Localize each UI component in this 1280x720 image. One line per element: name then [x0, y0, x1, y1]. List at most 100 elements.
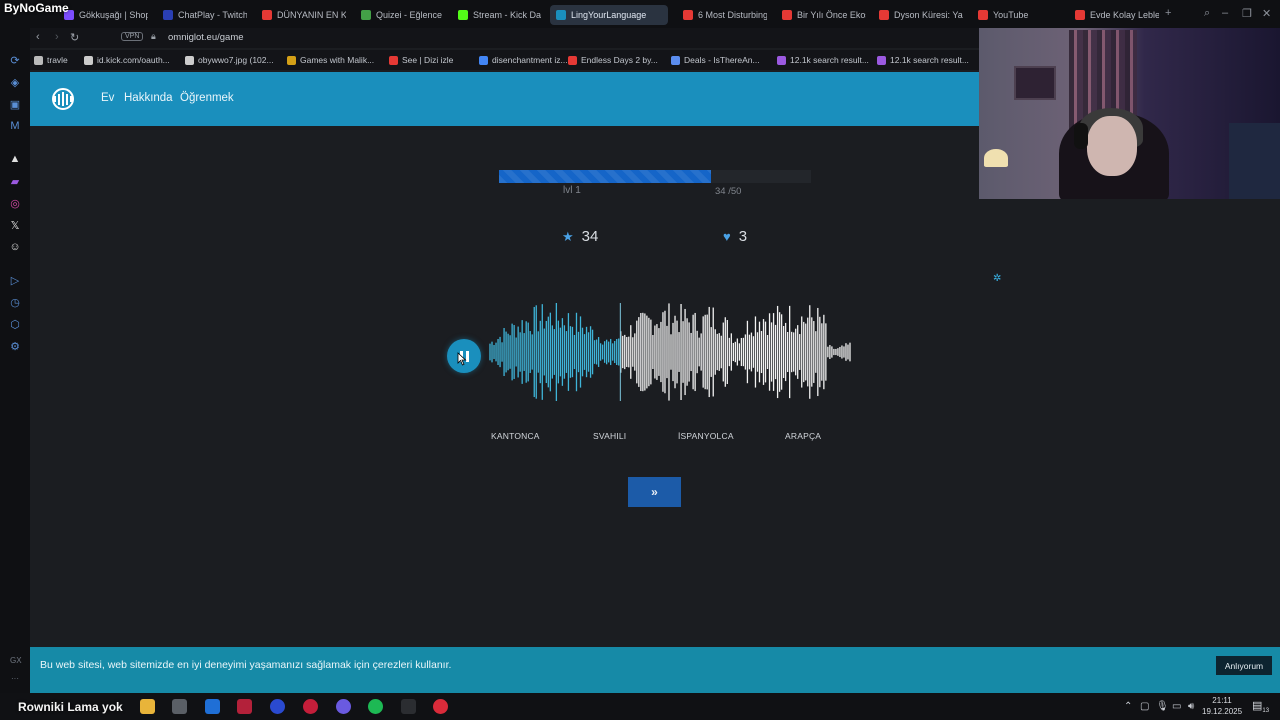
bookmark-favicon-icon [287, 55, 296, 65]
browser-tab[interactable]: DÜNYANIN EN K [256, 5, 346, 25]
bookmark-label: 12.1k search result... [790, 55, 869, 65]
bookmark-favicon-icon [84, 55, 93, 65]
screen: ByNoGame Gökkuşağı | Shop ChatPlay - Twit… [0, 0, 1280, 720]
more-icon[interactable]: ··· [11, 674, 19, 683]
bookmark-item[interactable]: obywwo7.jpg (102... [185, 55, 274, 65]
bookmark-label: See | Dizi izle [402, 55, 454, 65]
bookmark-label: obywwo7.jpg (102... [198, 55, 274, 65]
tray-chevron-icon[interactable]: ⌃ [1124, 701, 1132, 712]
gx-icon[interactable]: GX [10, 656, 22, 665]
tray-app-icon[interactable]: ▢ [1140, 701, 1149, 712]
file-explorer-icon[interactable] [140, 699, 155, 714]
browser-tab[interactable]: LingYourLanguage [550, 5, 668, 25]
bookmark-item[interactable]: travle [34, 55, 68, 65]
settings-icon[interactable]: ⚙ [8, 340, 22, 353]
choice-spanish[interactable]: İSPANYOLCA [678, 431, 734, 441]
bookmark-item[interactable]: 12.1k search result... [877, 55, 969, 65]
restore-icon[interactable]: ❐ [1242, 7, 1252, 20]
close-window-icon[interactable]: ✕ [1262, 7, 1271, 20]
bookmark-item[interactable]: 12.1k search result... [777, 55, 869, 65]
x-icon[interactable]: 𝕏 [8, 219, 22, 232]
opera-gx-icon[interactable] [303, 699, 318, 714]
browser-tab[interactable]: Bir Yılı Önce Ekos [776, 5, 866, 25]
nav-about[interactable]: Hakkında [124, 92, 173, 104]
back-icon[interactable]: ‹ [36, 31, 40, 43]
bookmark-item[interactable]: Deals - IsThereAn... [671, 55, 760, 65]
bookmark-favicon-icon [877, 55, 886, 65]
audio-waveform[interactable] [440, 295, 860, 410]
extensions-icon[interactable]: ◈ [8, 76, 22, 89]
search-tabs-icon[interactable]: ⌕ [1204, 7, 1210, 20]
choice-arabic[interactable]: ARAPÇA [785, 431, 821, 441]
tab-label: Gökkuşağı | Shop [79, 10, 148, 20]
floating-gear-icon[interactable]: ✲ [993, 273, 1001, 284]
epic-games-icon[interactable] [401, 699, 416, 714]
discord-app-icon[interactable] [336, 699, 351, 714]
logo-icon[interactable] [52, 88, 74, 110]
choice-cantonese[interactable]: KANTONCA [491, 431, 540, 441]
new-tab-icon[interactable]: + [1165, 7, 1171, 19]
bookmark-favicon-icon [479, 55, 488, 65]
downloads-icon[interactable]: ⬡ [8, 318, 22, 331]
app-icon[interactable]: ▲ [8, 153, 22, 165]
bookmark-label: travle [47, 55, 68, 65]
player-icon[interactable]: ▷ [8, 274, 22, 287]
tab-favicon-icon [262, 10, 272, 20]
tab-label: YouTube [993, 10, 1029, 20]
next-button[interactable]: » [628, 477, 681, 507]
tab-favicon-icon [782, 10, 792, 20]
bookmark-item[interactable]: See | Dizi izle [389, 55, 453, 65]
url-field[interactable]: omniglot.eu/game [168, 32, 244, 43]
browser-tab[interactable]: ChatPlay - Twitch [157, 5, 247, 25]
choice-swahili[interactable]: SVAHILI [593, 431, 626, 441]
browser-tab[interactable]: Gökkuşağı | Shop [58, 5, 148, 25]
volume-icon[interactable]: 🔊︎ [1188, 701, 1194, 712]
mail-app-icon[interactable] [205, 699, 220, 714]
refresh-sidebar-icon[interactable]: ⟳ [8, 54, 22, 67]
spotify-icon[interactable] [368, 699, 383, 714]
capture-app-icon[interactable] [433, 699, 448, 714]
stream-overlay-caption: Rowniki Lama yok [18, 700, 123, 714]
bookmark-favicon-icon [34, 55, 43, 65]
browser-tab[interactable]: Quizei - Eğlence [355, 5, 445, 25]
nav-home[interactable]: Ev [101, 92, 114, 104]
mail-icon[interactable]: M [8, 120, 22, 132]
browser-tab[interactable]: Evde Kolay Leble [1069, 5, 1159, 25]
site-header: Ev Hakkında Öğrenmek [30, 72, 979, 126]
vpn-badge[interactable]: VPN [121, 32, 144, 41]
instagram-icon[interactable]: ◎ [8, 197, 22, 210]
twitch-icon[interactable]: ▰ [8, 175, 22, 188]
clock[interactable]: 21:11 19.12.2025 [1202, 695, 1242, 717]
browser-tab[interactable]: Stream - Kick Da [452, 5, 542, 25]
browser-tab[interactable]: Dyson Küresi: Ya [873, 5, 963, 25]
reload-icon[interactable]: ↻ [70, 31, 79, 44]
tab-favicon-icon [361, 10, 371, 20]
discord-icon[interactable]: ☺ [8, 241, 22, 253]
clock-time: 21:11 [1212, 696, 1232, 705]
cookie-accept-button[interactable]: Anlıyorum [1216, 656, 1272, 675]
browser-tab[interactable]: YouTube [972, 5, 1062, 25]
cookie-banner: Bu web sitesi, web sitemizde en iyi dene… [30, 647, 1280, 693]
lock-icon[interactable]: 🔒︎ [151, 31, 156, 42]
bookmark-item[interactable]: Endless Days 2 by... [568, 55, 658, 65]
calculator-icon[interactable] [172, 699, 187, 714]
microphone-icon[interactable]: 🎙︎ [1156, 701, 1169, 712]
tab-favicon-icon [163, 10, 173, 20]
browser-tab[interactable]: 6 Most Disturbing [677, 5, 767, 25]
ea-icon[interactable] [270, 699, 285, 714]
bookmark-label: Games with Malik... [300, 55, 375, 65]
nav-learn[interactable]: Öğrenmek [180, 92, 234, 104]
bookmark-item[interactable]: id.kick.com/oauth... [84, 55, 170, 65]
network-icon[interactable]: ▭ [1172, 701, 1181, 712]
level-progress-bar [499, 170, 811, 183]
pinboard-icon[interactable]: ▣ [8, 98, 22, 111]
bookmark-item[interactable]: disenchantment iz... [479, 55, 568, 65]
lives-display: ♥ 3 [723, 228, 747, 245]
cookie-text: Bu web sitesi, web sitemizde en iyi dene… [40, 659, 452, 671]
bookmark-item[interactable]: Games with Malik... [287, 55, 374, 65]
valorant-icon[interactable] [237, 699, 252, 714]
forward-icon[interactable]: › [55, 31, 59, 43]
history-icon[interactable]: ◷ [8, 296, 22, 309]
minimize-icon[interactable]: – [1222, 7, 1228, 19]
notifications-icon[interactable]: ▤13 [1252, 699, 1269, 714]
